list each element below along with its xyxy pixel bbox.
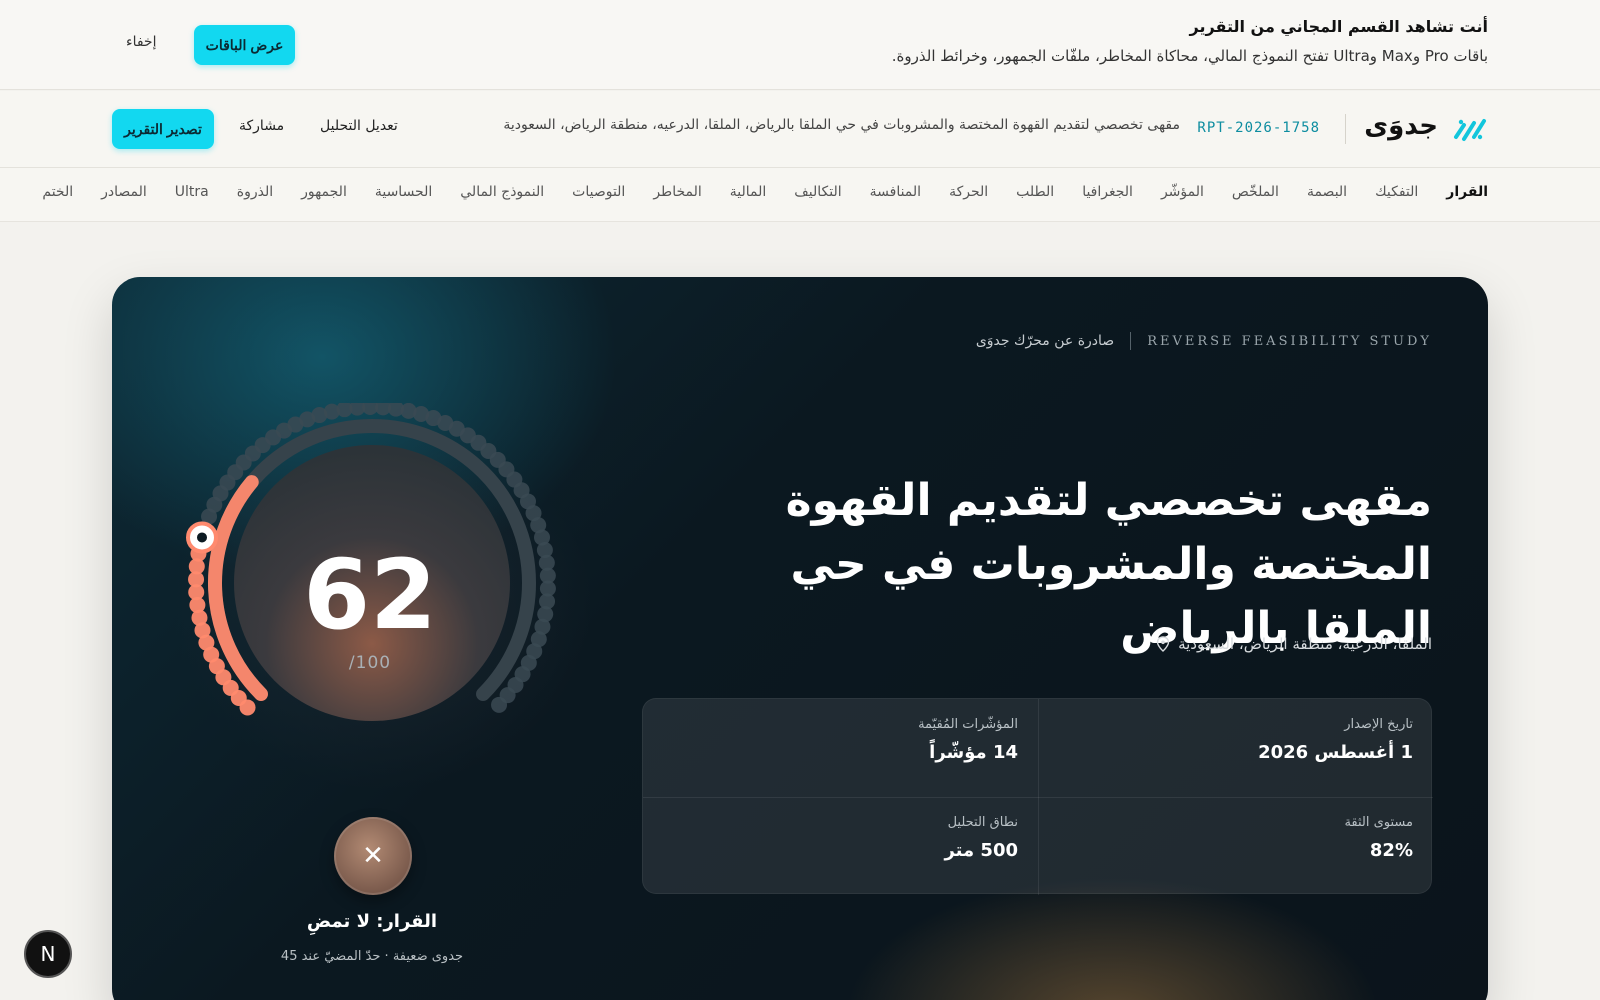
app-header: جدوَى RPT-2026-1758 مقهى تخصصي لتقديم ال… [0, 91, 1600, 168]
nav-item-1[interactable]: التفكيك [1375, 184, 1418, 200]
location-text: الملقا، الدرعيه، منطقة الرياض، السعودية [1178, 635, 1432, 653]
stat-indicators: المؤشّرات المُقيّمة 14 مؤشّراً [643, 699, 1038, 797]
nav-item-6[interactable]: الطلب [1016, 184, 1054, 200]
nav-item-11[interactable]: المخاطر [653, 184, 701, 200]
nav-item-12[interactable]: التوصيات [572, 184, 625, 200]
share-button[interactable]: مشاركة [239, 118, 284, 134]
gauge-dot [491, 696, 508, 713]
stat-value: 14 مؤشّراً [929, 742, 1018, 763]
stat-label: مستوى الثقة [1344, 815, 1413, 830]
nav-item-3[interactable]: الملخّص [1232, 184, 1279, 200]
logo-icon [1454, 119, 1486, 141]
decision-label: القرار: لا تمضِ [306, 911, 438, 932]
nav-item-19[interactable]: الختم [42, 184, 73, 200]
stat-value: 500 متر [944, 840, 1018, 861]
dev-tools-badge[interactable]: N [24, 930, 72, 978]
hero-card: REVERSE FEASIBILITY STUDY صادرة عن محرّك… [112, 277, 1488, 1000]
stat-issue-date: تاريخ الإصدار 1 أغسطس 2026 [1038, 699, 1433, 797]
eyebrow: REVERSE FEASIBILITY STUDY صادرة عن محرّك… [976, 332, 1432, 350]
eyebrow-arabic: صادرة عن محرّك جدوَى [975, 333, 1115, 349]
nav-item-14[interactable]: الحساسية [375, 184, 432, 200]
nav-item-7[interactable]: الحركة [949, 184, 988, 200]
nav-item-15[interactable]: الجمهور [301, 184, 347, 200]
stat-value: 1 أغسطس 2026 [1258, 742, 1413, 763]
stats-panel: تاريخ الإصدار 1 أغسطس 2026 المؤشّرات الم… [642, 698, 1433, 895]
report-name: مقهى تخصصي لتقديم القهوة المختصة والمشرو… [503, 117, 1180, 133]
score-max: /100 [348, 653, 392, 673]
nav-item-8[interactable]: المنافسة [870, 184, 921, 200]
report-id: RPT-2026-1758 [1197, 120, 1320, 136]
nav-item-4[interactable]: المؤشّر [1161, 184, 1204, 200]
nav-item-17[interactable]: Ultra [175, 184, 209, 200]
score-value: 62 [303, 539, 437, 651]
stat-value: 82% [1369, 840, 1413, 861]
project-location: الملقا، الدرعيه، منطقة الرياض، السعودية [1156, 635, 1432, 653]
nav-item-9[interactable]: التكاليف [794, 184, 841, 200]
view-plans-button[interactable]: عرض الباقات [194, 25, 295, 65]
eyebrow-english: REVERSE FEASIBILITY STUDY [1147, 333, 1432, 349]
stat-label: تاريخ الإصدار [1344, 717, 1413, 732]
section-nav: القرار التفكيك البصمة الملخّص المؤشّر الجغراف… [0, 168, 1600, 222]
nav-item-5[interactable]: الجغرافيا [1082, 184, 1133, 200]
nav-item-18[interactable]: المصادر [101, 184, 147, 200]
project-title: مقهى تخصصي لتقديم القهوة المختصة والمشرو… [785, 475, 1432, 654]
nav-item-10[interactable]: المالية [730, 184, 767, 200]
nav-item-2[interactable]: البصمة [1307, 184, 1347, 200]
nav-item-16[interactable]: الذروة [237, 184, 273, 200]
decision-close-icon: ✕ [334, 817, 412, 895]
stat-confidence: مستوى الثقة 82% [1038, 797, 1433, 895]
eyebrow-separator [1130, 332, 1132, 350]
stat-label: نطاق التحليل [947, 815, 1018, 830]
nav-list: القرار التفكيك البصمة الملخّص المؤشّر الجغراف… [42, 184, 1488, 200]
nav-item-0[interactable]: القرار [1446, 184, 1488, 200]
export-report-button[interactable]: تصدير التقرير [112, 109, 214, 149]
stat-analysis-range: نطاق التحليل 500 متر [643, 797, 1038, 895]
decision-subtext: جدوى ضعيفة · حدّ المضيّ عند 45 [280, 949, 464, 964]
promo-title: أنت تشاهد القسم المجاني من التقرير [1189, 17, 1488, 36]
location-pin-icon [1156, 636, 1170, 652]
gauge-knob-center [196, 532, 207, 543]
hide-banner-button[interactable]: إخفاء [126, 34, 156, 50]
edit-analysis-button[interactable]: تعديل التحليل [320, 118, 398, 134]
stat-label: المؤشّرات المُقيّمة [918, 717, 1018, 732]
promo-banner: أنت تشاهد القسم المجاني من التقرير باقات… [0, 0, 1600, 90]
brand-name[interactable]: جدوَى [1364, 111, 1438, 141]
promo-subtitle: باقات Pro وMax وUltra تفتح النموذج المال… [891, 47, 1488, 65]
nav-item-13[interactable]: النموذج المالي [460, 184, 544, 200]
promo-text: أنت تشاهد القسم المجاني من التقرير باقات… [892, 16, 1488, 66]
header-divider [1345, 114, 1346, 144]
